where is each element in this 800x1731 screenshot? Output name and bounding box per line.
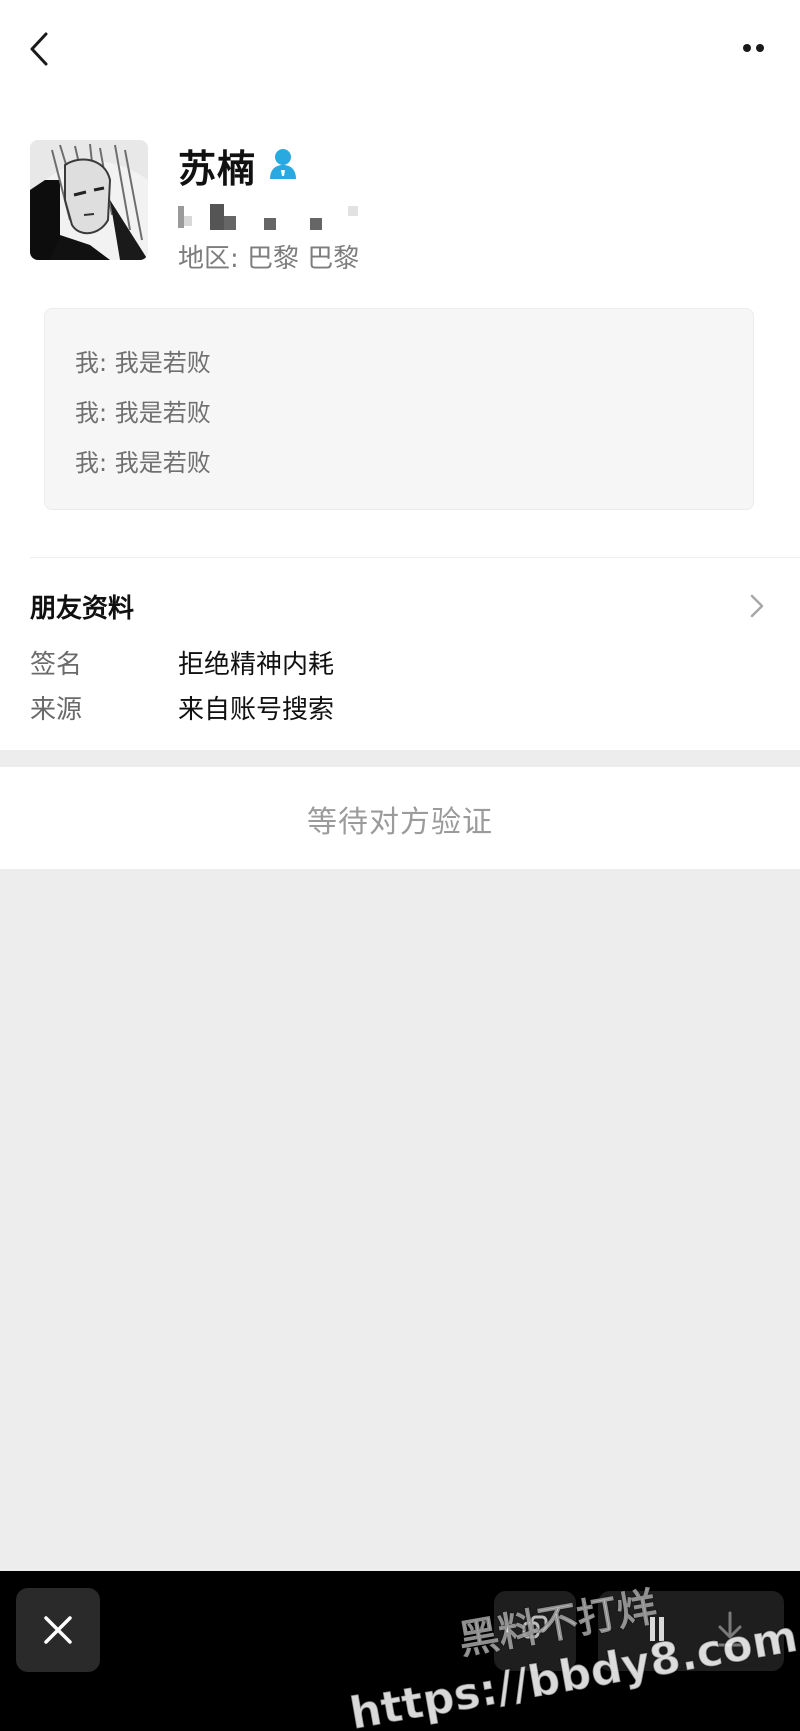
friend-info-title: 朋友资料 bbox=[30, 594, 135, 624]
blurred-id bbox=[178, 202, 368, 234]
avatar[interactable] bbox=[30, 140, 148, 260]
watermark: 黑料不打烊 https://bbdy8.com bbox=[345, 1583, 800, 1731]
source-value: 来自账号搜索 bbox=[178, 695, 335, 725]
back-arrow-icon bbox=[30, 32, 48, 66]
signature-label: 签名 bbox=[30, 650, 83, 680]
close-icon bbox=[44, 1616, 72, 1644]
friend-info-row[interactable]: 朋友资料 bbox=[0, 570, 800, 640]
greeting-messages: 我: 我是若败 我: 我是若败 我: 我是若败 bbox=[44, 308, 754, 510]
message-line: 我: 我是若败 bbox=[75, 349, 211, 377]
contact-name: 苏楠 bbox=[178, 147, 257, 191]
more-dots-icon bbox=[743, 44, 764, 52]
verify-status-text: 等待对方验证 bbox=[307, 805, 493, 840]
person-icon bbox=[267, 146, 301, 182]
close-button[interactable] bbox=[16, 1588, 100, 1672]
chevron-right-icon bbox=[745, 590, 769, 622]
region-label: 地区: bbox=[178, 244, 239, 274]
back-button[interactable] bbox=[22, 26, 62, 72]
signature-value: 拒绝精神内耗 bbox=[178, 650, 335, 680]
more-button[interactable] bbox=[735, 36, 775, 60]
source-label: 来源 bbox=[30, 695, 83, 725]
divider bbox=[30, 557, 800, 558]
region-value: 巴黎 巴黎 bbox=[247, 244, 360, 274]
message-line: 我: 我是若败 bbox=[75, 449, 211, 477]
region: 地区: 巴黎 巴黎 bbox=[178, 238, 359, 275]
profile-card: 苏楠 地区: 巴黎 巴黎 我: 我是若败 我: 我是若败 我: 我是若败 朋友资… bbox=[0, 0, 800, 750]
message-line: 我: 我是若败 bbox=[75, 399, 211, 427]
verify-status-bar: 等待对方验证 bbox=[0, 767, 800, 869]
